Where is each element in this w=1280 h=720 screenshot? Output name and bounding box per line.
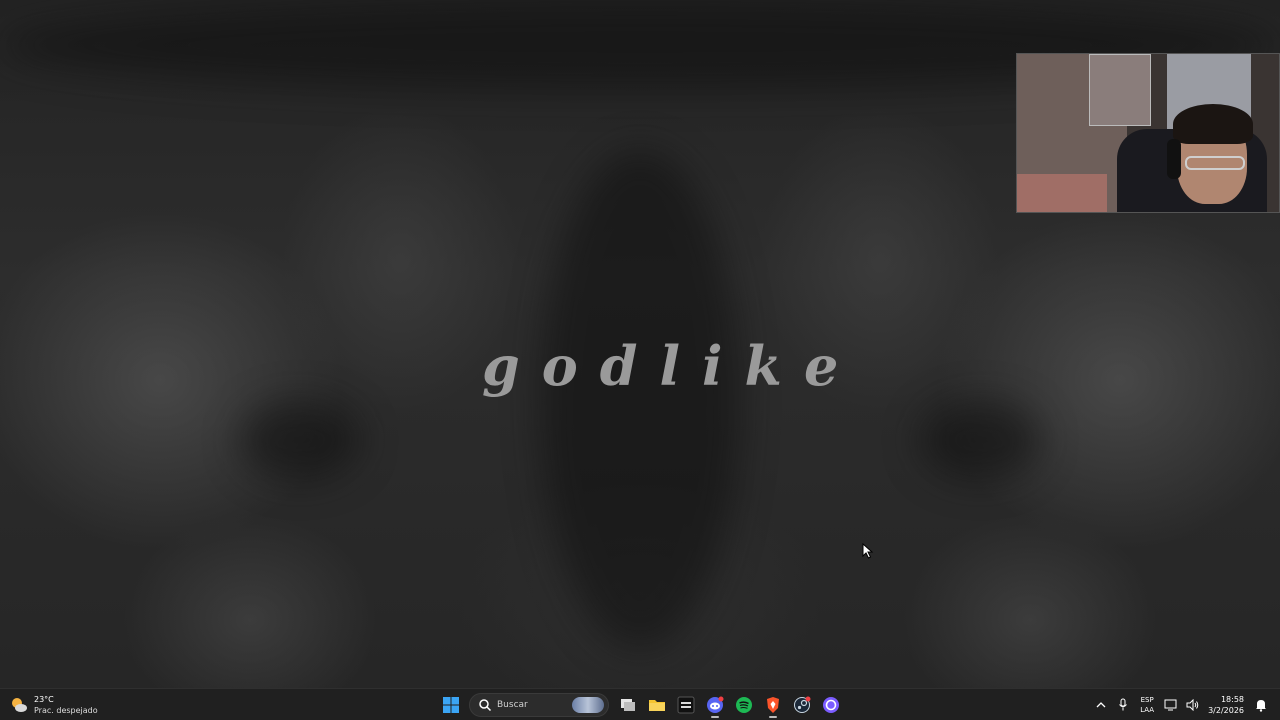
- taskbar-center: Buscar: [436, 692, 845, 718]
- network-monitor-icon: [1164, 699, 1177, 711]
- call-of-duty-icon: [677, 696, 694, 714]
- weather-widget[interactable]: 23°C Prac. despejado: [10, 692, 98, 718]
- spotify-button[interactable]: [731, 692, 757, 718]
- obs-studio-icon: [822, 697, 839, 713]
- search-placeholder: Buscar: [497, 700, 528, 710]
- start-button[interactable]: [438, 692, 464, 718]
- steam-button[interactable]: [789, 692, 815, 718]
- partly-cloudy-night-icon: [12, 698, 27, 712]
- chevron-up-icon: [1096, 702, 1106, 708]
- weather-condition: Prac. despejado: [34, 706, 98, 715]
- weather-temperature: 23°C: [34, 695, 54, 704]
- obs-studio-button[interactable]: [818, 692, 844, 718]
- webcam-overlay: [1016, 53, 1280, 213]
- microphone-icon: [1119, 698, 1128, 711]
- volume-button[interactable]: [1183, 695, 1203, 715]
- steam-icon: [793, 696, 810, 713]
- bell-icon: [1256, 700, 1266, 712]
- discord-button[interactable]: [702, 692, 728, 718]
- windows-start-icon: [442, 697, 459, 713]
- mouse-cursor-icon: [862, 543, 874, 559]
- speaker-icon: [1186, 699, 1199, 711]
- file-explorer-icon: [648, 700, 665, 711]
- keyboard-layout: LAA: [1140, 706, 1155, 714]
- microphone-button[interactable]: [1113, 695, 1133, 715]
- clock-date: 3/2/2026: [1208, 706, 1244, 715]
- taskbar: 23°C Prac. despejado Buscar ESP LAA 18:5…: [0, 688, 1280, 720]
- wallpaper-title: godlike: [482, 334, 861, 398]
- system-tray: ESP LAA 18:58 3/2/2026: [1090, 692, 1272, 718]
- search-highlight-image: [572, 697, 604, 713]
- call-of-duty-button[interactable]: [673, 692, 699, 718]
- clock-time: 18:58: [1220, 695, 1244, 704]
- task-view-icon: [620, 699, 635, 711]
- notifications-button[interactable]: [1251, 695, 1271, 715]
- search-box[interactable]: Buscar: [469, 693, 609, 717]
- task-view-button[interactable]: [615, 692, 641, 718]
- clock[interactable]: 18:58 3/2/2026: [1208, 694, 1244, 716]
- show-hidden-icons-button[interactable]: [1091, 695, 1111, 715]
- brave-browser-button[interactable]: [760, 692, 786, 718]
- file-explorer-button[interactable]: [644, 692, 670, 718]
- discord-icon: [706, 696, 723, 713]
- spotify-icon: [735, 697, 752, 713]
- language-indicator[interactable]: ESP LAA: [1140, 695, 1154, 715]
- search-icon: [479, 699, 492, 712]
- network-button[interactable]: [1161, 695, 1181, 715]
- brave-browser-icon: [766, 697, 779, 713]
- language-code: ESP: [1140, 696, 1154, 704]
